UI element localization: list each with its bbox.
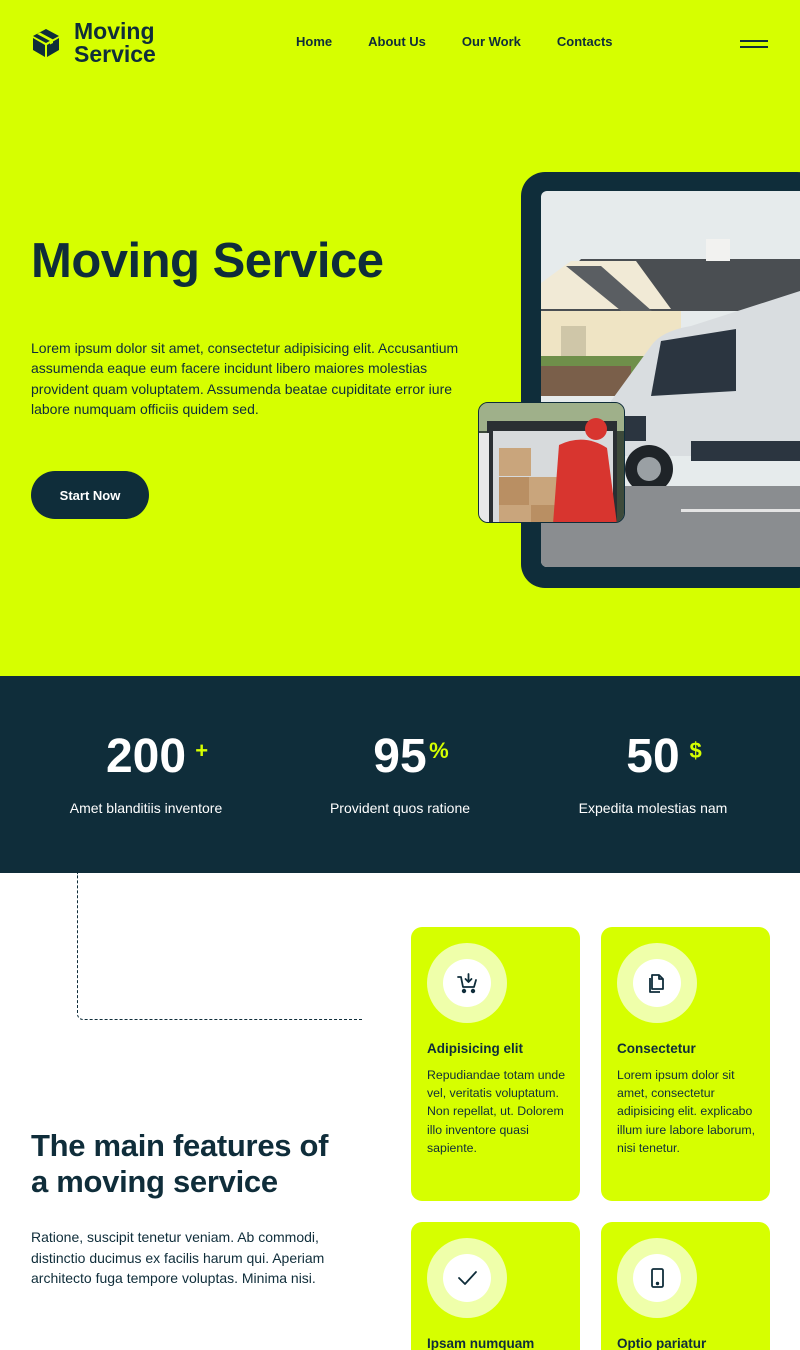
stat-value: 95% xyxy=(373,726,448,788)
feature-card[interactable]: Adipisicing elit Repudiandae totam unde … xyxy=(411,927,580,1201)
hero-description: Lorem ipsum dolor sit amet, consectetur … xyxy=(31,340,459,417)
brand-line-2: Service xyxy=(74,41,156,67)
features-description: Ratione, suscipit tenetur veniam. Ab com… xyxy=(31,1229,325,1286)
card-text: Repudiandae totam unde vel, veritatis vo… xyxy=(427,1068,566,1155)
card-title: Adipisicing elit xyxy=(427,1041,524,1056)
feature-card[interactable]: Ipsam numquam xyxy=(411,1222,580,1350)
stats-section: 200 + Amet blanditiis inventore 95% Provi… xyxy=(0,676,800,873)
header: Moving Service Home About Us Our Work Co… xyxy=(0,0,800,90)
icon-ring xyxy=(427,1238,507,1318)
brand-name: Moving Service xyxy=(74,20,156,66)
stat-label: Expedita molestias nam xyxy=(578,800,728,816)
stat-item: 95% Provident quos ratione xyxy=(270,726,530,816)
features-title: The main features of a moving service xyxy=(31,1128,329,1199)
hamburger-menu-icon[interactable] xyxy=(740,40,768,50)
nav-our-work[interactable]: Our Work xyxy=(462,34,521,50)
document-copy-icon xyxy=(633,959,681,1007)
card-title: Optio pariatur xyxy=(617,1336,707,1350)
feature-card[interactable]: Consectetur Lorem ipsum dolor sit amet, … xyxy=(601,927,770,1201)
nav-home[interactable]: Home xyxy=(296,34,332,50)
start-now-button[interactable]: Start Now xyxy=(31,471,149,519)
feature-card[interactable]: Optio pariatur xyxy=(601,1222,770,1350)
stat-label: Amet blanditiis inventore xyxy=(69,800,223,816)
main-nav: Home About Us Our Work Contacts xyxy=(296,34,613,50)
box-cube-icon xyxy=(32,28,62,58)
stat-value: 50 $ xyxy=(626,726,701,788)
nav-contacts[interactable]: Contacts xyxy=(557,34,613,50)
card-title: Consectetur xyxy=(617,1041,696,1056)
icon-ring xyxy=(617,943,697,1023)
stat-item: 200 + Amet blanditiis inventore xyxy=(16,726,276,816)
dashed-connector-line xyxy=(77,873,363,1020)
nav-about-us[interactable]: About Us xyxy=(368,34,426,50)
stat-suffix: $ xyxy=(689,738,702,763)
icon-ring xyxy=(617,1238,697,1318)
stat-suffix: % xyxy=(429,738,449,763)
stat-item: 50 $ Expedita molestias nam xyxy=(523,726,783,816)
hero-title: Moving Service xyxy=(31,234,384,288)
stat-value: 200 + xyxy=(106,726,208,788)
stat-suffix: + xyxy=(195,738,209,763)
card-text: Lorem ipsum dolor sit amet, consectetur … xyxy=(617,1068,756,1155)
mover-with-boxes-photo xyxy=(478,402,625,523)
hero-section: Moving Service Lorem ipsum dolor sit ame… xyxy=(0,90,800,676)
mobile-phone-icon xyxy=(633,1254,681,1302)
logo[interactable]: Moving Service xyxy=(32,20,156,66)
cart-download-icon xyxy=(443,959,491,1007)
stat-label: Provident quos ratione xyxy=(329,800,471,816)
checkmark-icon xyxy=(443,1254,491,1302)
icon-ring xyxy=(427,943,507,1023)
card-title: Ipsam numquam xyxy=(427,1336,535,1350)
